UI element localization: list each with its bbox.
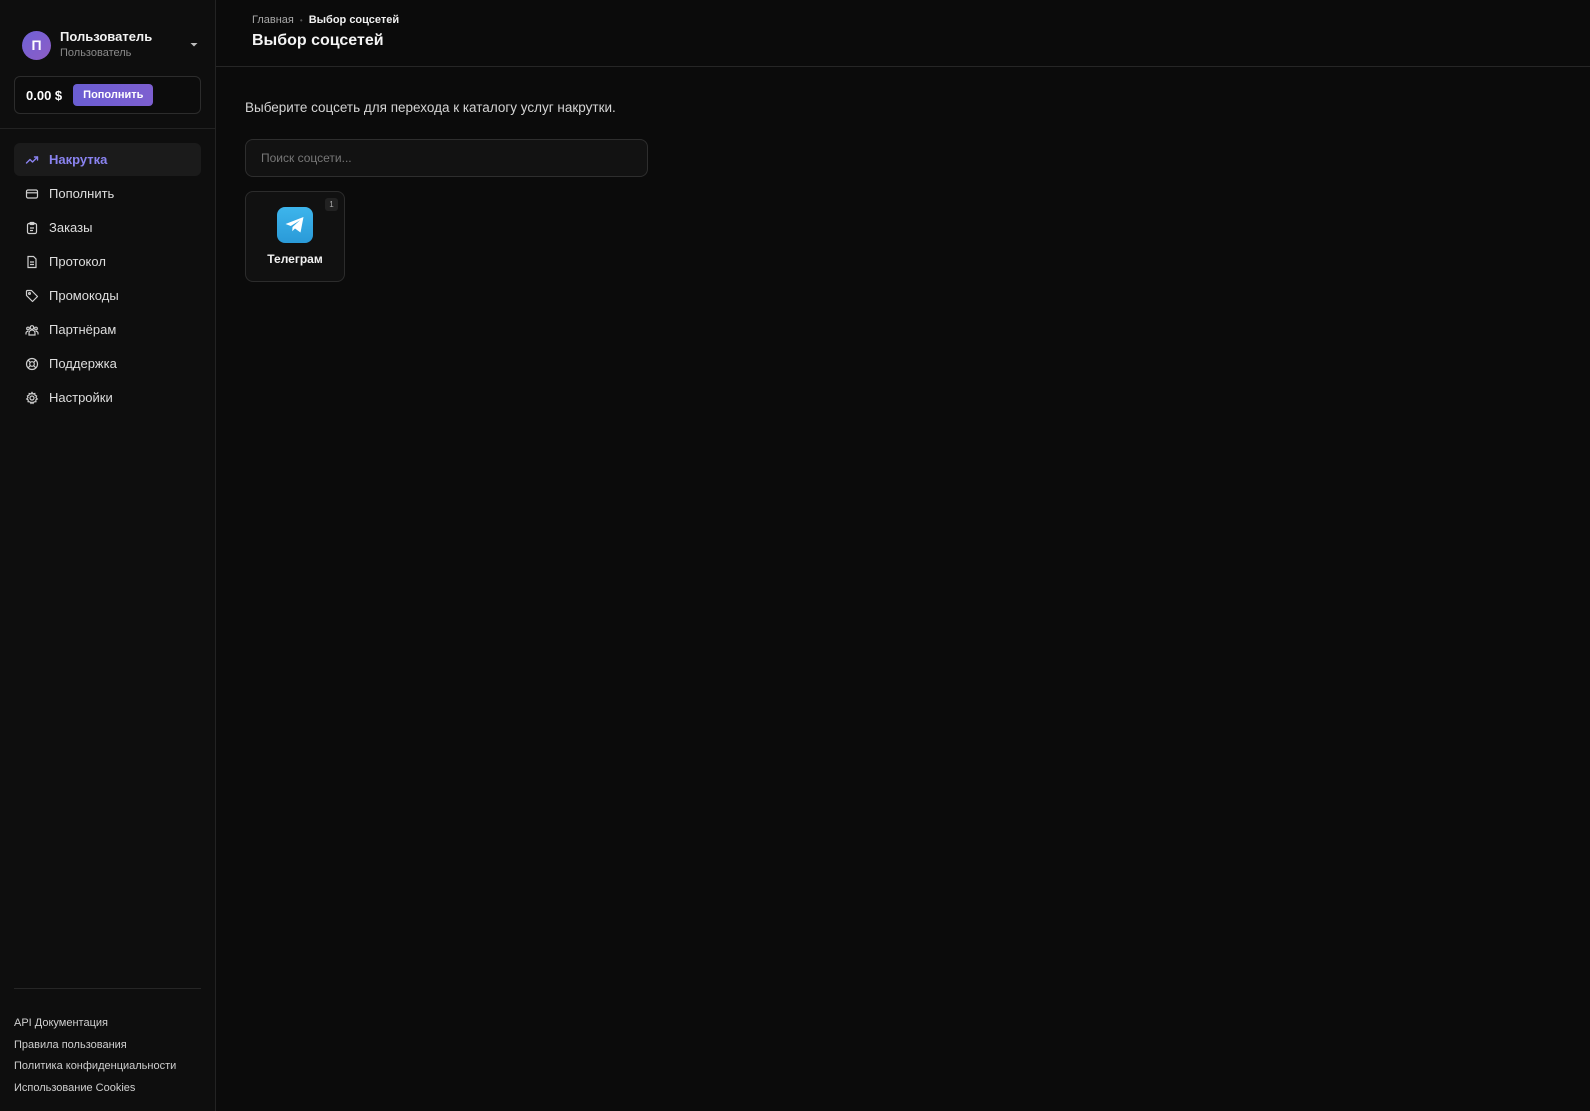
user-name: Пользователь: [60, 29, 153, 45]
page-header: Главная • Выбор соцсетей Выбор соцсетей: [216, 0, 1590, 67]
user-info: Пользователь Пользователь: [60, 29, 187, 60]
breadcrumb: Главная • Выбор соцсетей: [252, 14, 1590, 26]
search-input[interactable]: [245, 139, 648, 177]
footer-link-cookies[interactable]: Использование Cookies: [14, 1078, 201, 1100]
network-label: Телеграм: [267, 252, 323, 266]
sidebar-footer: API Документация Правила пользования Пол…: [14, 988, 201, 1099]
footer-link-privacy[interactable]: Политика конфиденциальности: [14, 1056, 201, 1078]
sidebar-item-label: Настройки: [49, 390, 113, 405]
sidebar-item-label: Накрутка: [49, 152, 108, 167]
sidebar-item-label: Партнёрам: [49, 322, 117, 337]
sidebar-item-label: Пополнить: [49, 186, 115, 201]
tag-icon: [25, 289, 39, 303]
sidebar-item-protokol[interactable]: Протокол: [14, 245, 201, 278]
intro-text: Выберите соцсеть для перехода к каталогу…: [245, 100, 616, 115]
sidebar-item-podderzhka[interactable]: Поддержка: [14, 347, 201, 380]
sidebar-item-partneram[interactable]: Партнёрам: [14, 313, 201, 346]
telegram-icon: [277, 207, 313, 243]
sidebar-item-zakazy[interactable]: Заказы: [14, 211, 201, 244]
sidebar-item-promokody[interactable]: Промокоды: [14, 279, 201, 312]
footer-link-api-docs[interactable]: API Документация: [14, 1013, 201, 1035]
sidebar-item-nakrutka[interactable]: Накрутка: [14, 143, 201, 176]
page-content: Выберите соцсеть для перехода к каталогу…: [216, 67, 1590, 282]
app-root: П Пользователь Пользователь 0.00 $ Попол…: [0, 0, 1590, 1111]
footer-divider: [14, 988, 201, 989]
footer-link-terms[interactable]: Правила пользования: [14, 1035, 201, 1057]
sidebar-item-popolnit[interactable]: Пополнить: [14, 177, 201, 210]
user-profile[interactable]: П Пользователь Пользователь: [0, 0, 215, 66]
gear-icon: [25, 390, 39, 405]
users-icon: [25, 323, 39, 337]
network-card-telegram[interactable]: 1 Телеграм: [245, 191, 345, 282]
sidebar-item-nastroyki[interactable]: Настройки: [14, 381, 201, 414]
breadcrumb-home[interactable]: Главная: [252, 14, 294, 26]
breadcrumb-current: Выбор соцсетей: [308, 14, 400, 26]
sidebar: П Пользователь Пользователь 0.00 $ Попол…: [0, 0, 216, 1111]
avatar[interactable]: П: [22, 30, 51, 60]
sidebar-item-label: Заказы: [49, 220, 93, 235]
balance-amount: 0.00 $: [26, 87, 63, 103]
count-badge: 1: [325, 198, 338, 211]
lifebuoy-icon: [25, 357, 39, 371]
document-icon: [25, 255, 39, 269]
balance-box: 0.00 $ Пополнить: [14, 76, 201, 114]
page-title: Выбор соцсетей: [252, 32, 384, 49]
sidebar-item-label: Протокол: [49, 254, 106, 269]
credit-card-icon: [25, 187, 39, 201]
clipboard-icon: [25, 221, 39, 235]
sidebar-item-label: Поддержка: [49, 356, 117, 371]
user-role: Пользователь: [60, 47, 132, 60]
sidebar-nav: Накрутка Пополнить Заказы Протокол Промо…: [0, 129, 215, 415]
breadcrumb-separator: •: [299, 15, 303, 25]
trending-up-icon: [25, 153, 39, 167]
topup-button[interactable]: Пополнить: [73, 84, 154, 106]
sidebar-item-label: Промокоды: [49, 288, 119, 303]
chevron-down-icon[interactable]: [187, 38, 201, 52]
main-area: Главная • Выбор соцсетей Выбор соцсетей …: [216, 0, 1590, 1111]
network-grid: 1 Телеграм: [245, 191, 1590, 282]
